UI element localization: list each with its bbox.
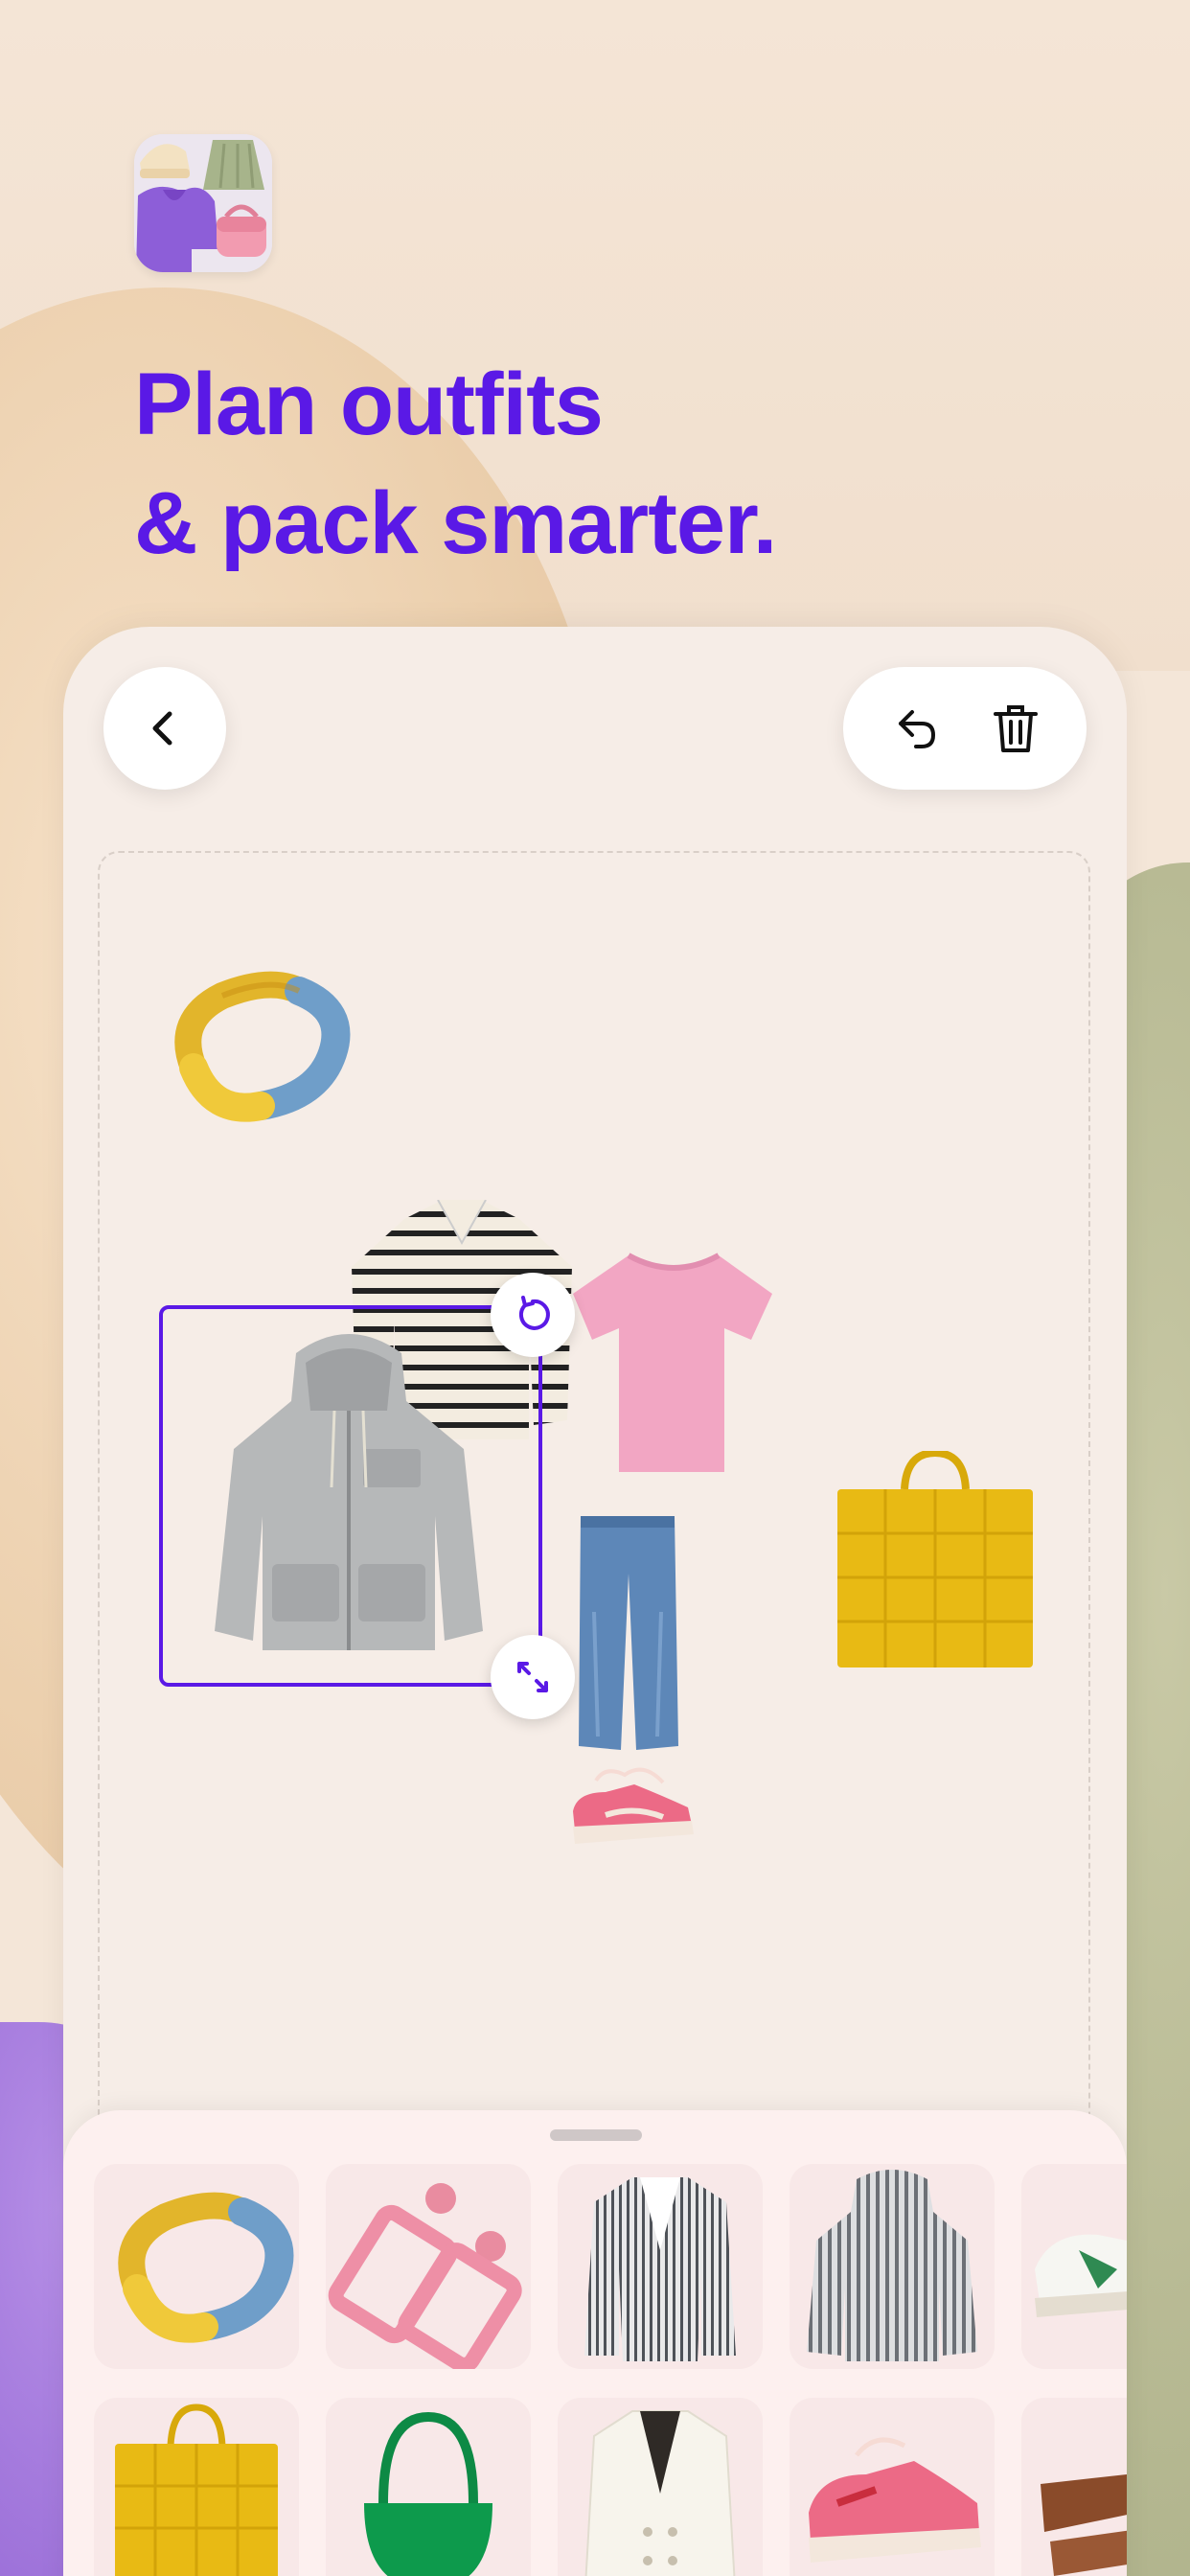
back-button[interactable]	[103, 667, 226, 790]
sheet-grabber[interactable]	[550, 2129, 642, 2141]
rotate-icon	[518, 1296, 550, 1330]
closet-item-pink-earrings[interactable]	[326, 2164, 531, 2369]
closet-sheet	[63, 2110, 1127, 2576]
closet-item-striped-blazer[interactable]	[558, 2164, 763, 2369]
canvas-item-pink-tshirt[interactable]	[571, 1252, 776, 1478]
resize-handle[interactable]	[491, 1635, 575, 1719]
closet-item-pink-sneakers[interactable]	[790, 2398, 995, 2576]
closet-item-white-blazer[interactable]	[558, 2398, 763, 2576]
canvas-item-yellow-tote[interactable]	[830, 1448, 1041, 1671]
rotate-handle[interactable]	[491, 1273, 575, 1357]
delete-button[interactable]	[977, 690, 1054, 767]
closet-item-green-bag[interactable]	[326, 2398, 531, 2576]
undo-icon	[898, 710, 935, 748]
canvas-item-bangle[interactable]	[155, 962, 356, 1135]
action-toolbar	[843, 667, 1087, 790]
closet-item-bangle[interactable]	[94, 2164, 299, 2369]
headline-line-2: & pack smarter.	[134, 474, 777, 572]
canvas-item-jeans[interactable]	[575, 1516, 680, 1752]
undo-button[interactable]	[877, 690, 953, 767]
closet-item-striped-jacket[interactable]	[790, 2164, 995, 2369]
headline-line-1: Plan outfits	[134, 356, 604, 453]
closet-item-yellow-tote[interactable]	[94, 2398, 299, 2576]
canvas-item-sneakers[interactable]	[567, 1758, 701, 1853]
outfit-editor-card	[63, 627, 1127, 2576]
resize-icon	[517, 1662, 548, 1692]
app-icon	[134, 134, 272, 272]
headline: Plan outfits & pack smarter.	[134, 345, 1092, 583]
closet-item-brown-sandals[interactable]	[1021, 2398, 1127, 2576]
closet-item-green-sneakers[interactable]	[1021, 2164, 1127, 2369]
trash-icon	[993, 705, 1038, 752]
selection-frame[interactable]	[159, 1305, 542, 1687]
chevron-left-icon	[152, 711, 172, 746]
